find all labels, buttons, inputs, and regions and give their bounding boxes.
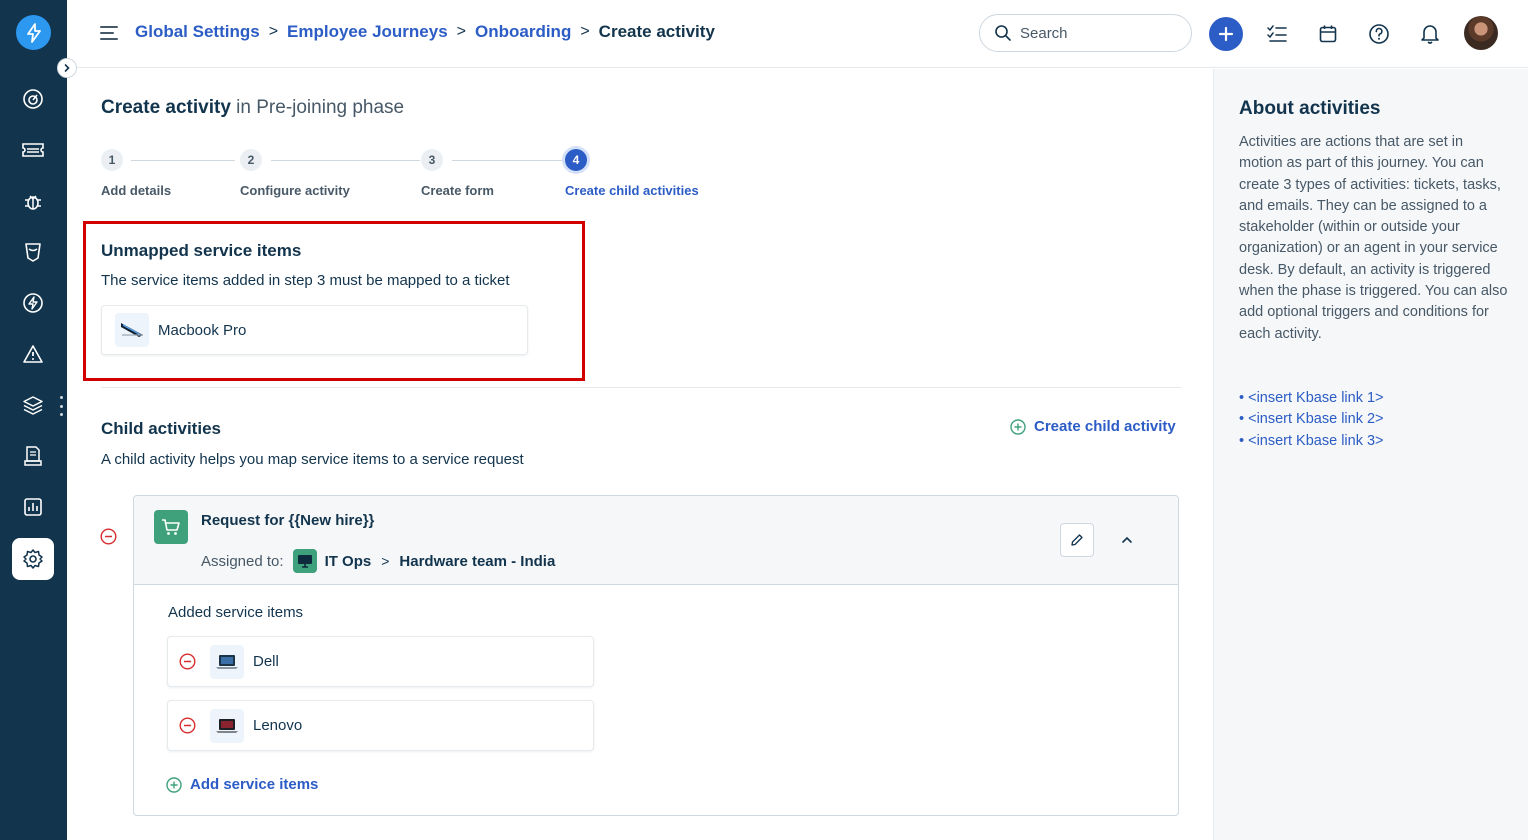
releases-icon[interactable] (14, 284, 52, 322)
avatar[interactable] (1464, 16, 1498, 50)
breadcrumb-global-settings[interactable]: Global Settings (135, 22, 260, 42)
plus-circle-icon (166, 776, 182, 793)
about-activities-title: About activities (1239, 98, 1381, 119)
child-activities-title: Child activities (101, 419, 221, 438)
step-label: Create form (421, 183, 494, 198)
child-activity-card: Request for {{New hire}} Assigned to: IT… (133, 495, 1179, 816)
kbase-link-3[interactable]: • <insert Kbase link 3> (1239, 431, 1384, 452)
step-label: Configure activity (240, 183, 350, 198)
kbase-link-1[interactable]: • <insert Kbase link 1> (1239, 388, 1384, 409)
add-service-items-label: Add service items (190, 776, 319, 793)
child-activity-header: Request for {{New hire}} Assigned to: IT… (134, 496, 1178, 585)
rail-resize-handle[interactable] (58, 396, 64, 416)
breadcrumb-separator: > (268, 23, 279, 40)
monitor-icon (292, 549, 317, 573)
step-configure-activity[interactable]: 2 Configure activity (240, 149, 350, 198)
breadcrumb: Global Settings > Employee Journeys > On… (135, 22, 715, 42)
edit-button[interactable] (1060, 523, 1094, 557)
left-nav-rail (0, 0, 77, 840)
page-title-phase: in Pre-joining phase (230, 97, 405, 118)
alerts-icon[interactable] (14, 335, 52, 373)
remove-circle-icon[interactable] (179, 717, 196, 734)
admin-settings-icon[interactable] (12, 538, 54, 580)
section-divider (101, 387, 1181, 388)
remove-circle-icon[interactable] (179, 653, 196, 670)
kbase-link-2[interactable]: • <insert Kbase link 2> (1239, 409, 1384, 430)
service-item-card[interactable]: Lenovo (167, 700, 594, 751)
step-number: 4 (565, 149, 587, 171)
solutions-icon[interactable] (14, 437, 52, 475)
assets-icon[interactable] (14, 386, 52, 424)
laptop-icon (115, 313, 149, 347)
step-connector (131, 160, 235, 161)
breadcrumb-onboarding[interactable]: Onboarding (475, 22, 571, 42)
remove-circle-icon[interactable] (100, 528, 117, 550)
create-child-activity-button[interactable]: Create child activity (1010, 418, 1176, 435)
step-connector (271, 160, 420, 161)
breadcrumb-current: Create activity (598, 22, 715, 41)
unmapped-title: Unmapped service items (101, 241, 302, 260)
step-number: 3 (421, 149, 443, 171)
about-activities-body: Activities are actions that are set in m… (1239, 134, 1508, 342)
pencil-icon (1071, 534, 1083, 546)
step-number: 1 (101, 149, 123, 171)
page-title: Create activity in Pre-joining phase (101, 97, 404, 119)
plus-icon[interactable] (1209, 17, 1243, 51)
request-title: Request for {{New hire}} (201, 512, 375, 529)
child-activities-description: A child activity helps you map service i… (101, 451, 524, 468)
group-separator: > (381, 553, 390, 569)
laptop-icon (210, 644, 244, 679)
problems-icon[interactable] (14, 182, 52, 220)
breadcrumb-separator: > (456, 23, 466, 40)
changes-icon[interactable] (14, 233, 52, 271)
expand-rail-button[interactable] (57, 58, 77, 78)
dashboard-icon[interactable] (14, 80, 52, 118)
service-item-name: Lenovo (253, 717, 303, 734)
laptop-icon (210, 708, 244, 743)
step-create-child-activities[interactable]: 4 Create child activities (565, 149, 699, 198)
page-title-main: Create activity (101, 97, 231, 118)
bell-icon[interactable] (1413, 17, 1447, 51)
added-service-items-label: Added service items (168, 604, 304, 621)
assigned-label: Assigned to: (201, 552, 284, 570)
assigned-to: Assigned to: IT Ops > Hardware team - In… (201, 549, 555, 573)
step-number: 2 (240, 149, 262, 171)
step-label: Create child activities (565, 183, 699, 198)
unmapped-item-name: Macbook Pro (158, 321, 247, 339)
search-input[interactable]: Search (979, 14, 1192, 52)
search-placeholder: Search (1020, 24, 1068, 42)
breadcrumb-employee-journeys[interactable]: Employee Journeys (287, 22, 448, 42)
search-icon (995, 25, 1011, 41)
step-create-form[interactable]: 3 Create form (421, 149, 494, 198)
service-item-name: Dell (253, 653, 279, 670)
add-service-items-button[interactable]: Add service items (166, 776, 318, 793)
step-label: Add details (101, 183, 172, 198)
step-add-details[interactable]: 1 Add details (101, 149, 171, 198)
tickets-icon[interactable] (14, 131, 52, 169)
about-activities-panel: About activities Activities are actions … (1213, 69, 1528, 840)
service-item-card[interactable]: Dell (167, 636, 594, 687)
step-connector (452, 160, 563, 161)
team-name: Hardware team - India (399, 552, 556, 570)
app-logo-icon[interactable] (16, 15, 51, 50)
chevron-up-icon[interactable] (1117, 530, 1137, 550)
group-name: IT Ops (324, 552, 372, 570)
plus-circle-icon (1010, 418, 1026, 435)
create-child-activity-label: Create child activity (1034, 418, 1176, 435)
kbase-links: • <insert Kbase link 1> • <insert Kbase … (1239, 388, 1384, 452)
calendar-icon[interactable] (1311, 17, 1345, 51)
unmapped-item-card[interactable]: Macbook Pro (101, 305, 528, 355)
help-icon[interactable] (1362, 17, 1396, 51)
stepper: 1 Add details 2 Configure activity 3 Cre… (101, 149, 741, 199)
menu-icon[interactable] (100, 24, 120, 42)
tasks-icon[interactable] (1260, 17, 1294, 51)
unmapped-description: The service items added in step 3 must b… (101, 272, 510, 289)
cart-icon (154, 510, 188, 544)
top-header: Global Settings > Employee Journeys > On… (67, 0, 1528, 68)
reports-icon[interactable] (14, 488, 52, 526)
breadcrumb-separator: > (580, 23, 590, 40)
main-content: Create activity in Pre-joining phase 1 A… (67, 69, 1213, 840)
